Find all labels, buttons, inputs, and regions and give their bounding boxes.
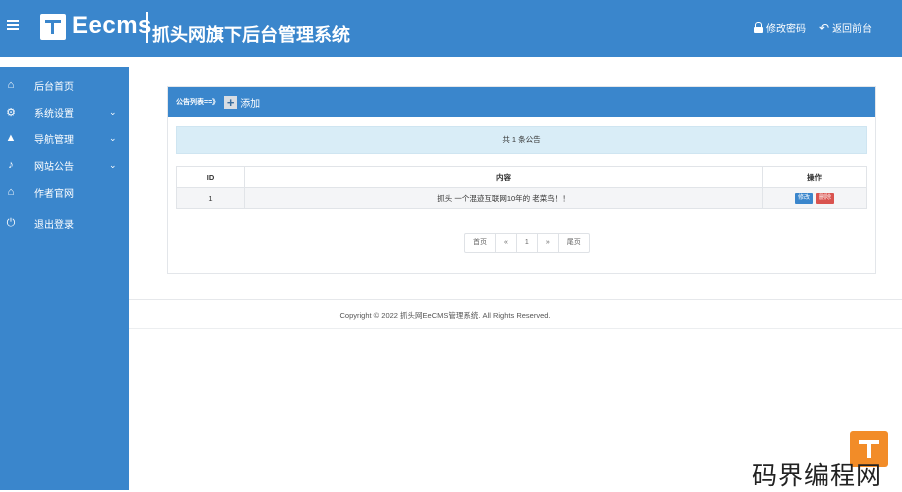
announcement-panel: 公告列表==》 + 添加 共 1 条公告 ID 内容 操作 1 抓头 一个混迹互…	[167, 86, 876, 274]
navigation-arrow-icon: ▲	[5, 132, 17, 144]
breadcrumb: 公告列表==》	[176, 99, 220, 106]
sidebar-item-label: 网站公告	[34, 161, 74, 173]
undo-icon: ↶	[819, 20, 830, 35]
sidebar-item-navigation[interactable]: ▲ 导航管理 ⌄	[0, 128, 129, 148]
table-header-row: ID 内容 操作	[176, 166, 867, 188]
footer-divider	[129, 299, 902, 300]
top-header: Eecms 抓头网旗下后台管理系统 修改密码 ↶ 返回前台	[0, 0, 902, 57]
pagination-first[interactable]: 首页	[465, 234, 495, 252]
announcement-table: ID 内容 操作 1 抓头 一个混迹互联网10年的 老菜鸟！！ 修改 删除	[176, 166, 867, 209]
sidebar-item-label: 退出登录	[34, 219, 74, 231]
chevron-down-icon: ⌄	[109, 106, 117, 117]
sidebar-item-home[interactable]: ⌂ 后台首页	[0, 75, 129, 95]
add-announcement-button[interactable]: + 添加	[224, 95, 260, 110]
sidebar-item-label: 作者官网	[34, 188, 74, 200]
chevron-down-icon: ⌄	[109, 159, 117, 170]
column-header-actions: 操作	[762, 166, 867, 188]
home-icon: ⌂	[7, 79, 15, 91]
bell-icon: ♪	[8, 159, 14, 171]
gear-icon: ⚙	[6, 106, 16, 119]
cell-actions: 修改 删除	[762, 187, 867, 209]
watermark-text: 码界编程网	[752, 461, 883, 490]
record-count: 共 1 条公告	[176, 126, 867, 154]
logo-mark-icon	[40, 14, 66, 40]
logo-divider	[146, 12, 148, 43]
chevron-down-icon: ⌄	[109, 132, 117, 143]
sidebar-item-label: 导航管理	[34, 134, 74, 146]
add-label: 添加	[240, 98, 261, 110]
back-to-front-label: 返回前台	[832, 24, 873, 35]
pagination: 首页 « 1 » 尾页	[464, 233, 590, 253]
panel-header: 公告列表==》 + 添加	[168, 87, 875, 117]
sidebar-item-logout[interactable]: ⏻ 退出登录	[0, 213, 129, 233]
cell-content: 抓头 一个混迹互联网10年的 老菜鸟！！	[244, 187, 763, 209]
sidebar-item-system-settings[interactable]: ⚙ 系统设置 ⌄	[0, 102, 129, 122]
sidebar-item-author-site[interactable]: ⌂ 作者官网	[0, 182, 129, 202]
plus-icon: +	[224, 95, 238, 109]
pagination-last[interactable]: 尾页	[557, 234, 589, 252]
table-row: 1 抓头 一个混迹互联网10年的 老菜鸟！！ 修改 删除	[176, 187, 867, 209]
column-header-content: 内容	[244, 166, 763, 188]
power-icon: ⏻	[6, 216, 16, 229]
system-title: 抓头网旗下后台管理系统	[152, 25, 350, 45]
change-password-label: 修改密码	[766, 24, 806, 35]
cell-id: 1	[176, 187, 245, 209]
change-password-link[interactable]: 修改密码	[754, 20, 806, 35]
pagination-page-1[interactable]: 1	[515, 234, 537, 252]
pagination-next[interactable]: »	[536, 234, 558, 252]
sidebar-item-label: 后台首页	[34, 81, 74, 93]
copyright-text: Copyright © 2022 抓头网EeCMS管理系统. All Right…	[339, 311, 551, 320]
home-icon: ⌂	[7, 186, 15, 198]
menu-toggle-icon[interactable]	[7, 20, 19, 30]
sidebar: ⌂ 后台首页 ⚙ 系统设置 ⌄ ▲ 导航管理 ⌄ ♪ 网站公告 ⌄ ⌂ 作者官网…	[0, 67, 129, 490]
logo-text: Eecms	[72, 12, 152, 39]
sidebar-item-announcements[interactable]: ♪ 网站公告 ⌄	[0, 155, 129, 175]
sidebar-item-label: 系统设置	[34, 108, 74, 120]
column-header-id: ID	[176, 166, 245, 188]
delete-button[interactable]: 删除	[816, 193, 835, 204]
lock-icon	[754, 22, 763, 33]
edit-button[interactable]: 修改	[794, 193, 813, 204]
back-to-front-link[interactable]: ↶ 返回前台	[819, 20, 873, 36]
footer-divider	[129, 328, 902, 329]
pagination-prev[interactable]: «	[495, 234, 516, 252]
